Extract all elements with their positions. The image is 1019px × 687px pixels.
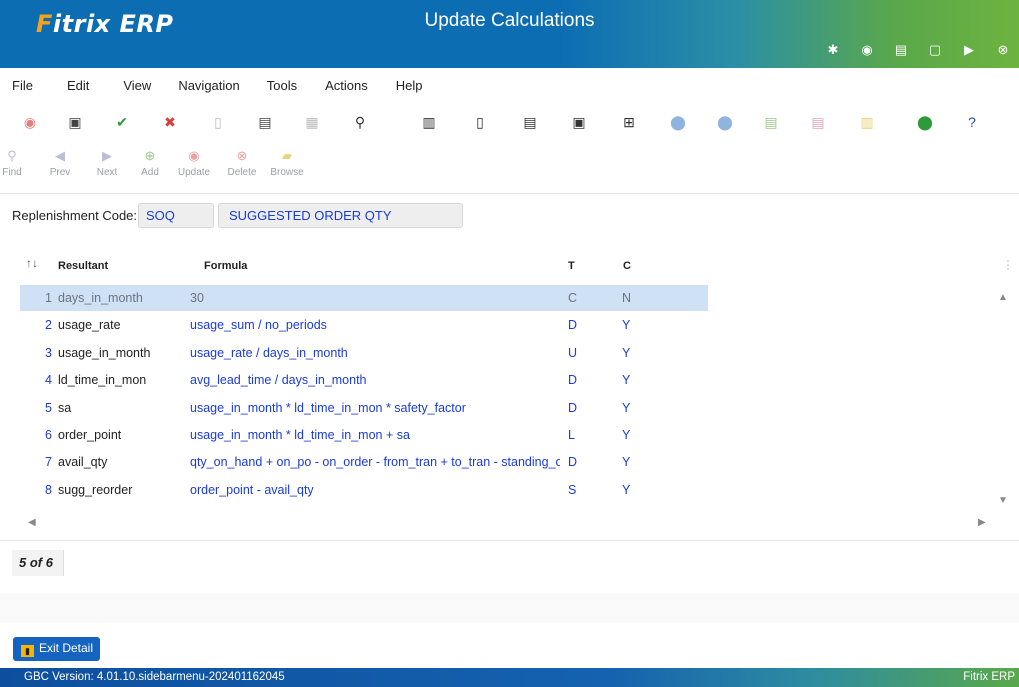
title-icon-bar: ✱ ◉ ▤ ▢ ▶ ⊗ (825, 42, 1011, 58)
brand-text: Fitrix ERP (963, 671, 1015, 683)
table-row[interactable]: 5 sa usage_in_month * ld_time_in_mon * s… (20, 395, 708, 421)
play-icon[interactable]: ▶ (961, 42, 977, 58)
column-header-c[interactable]: C (623, 260, 631, 272)
table-row[interactable]: 7 avail_qty qty_on_hand + on_po - on_ord… (20, 449, 708, 475)
gear-icon[interactable]: ✱ (825, 42, 841, 58)
menu-help[interactable]: Help (396, 78, 423, 93)
menu-view[interactable]: View (123, 78, 151, 93)
table-row[interactable]: 6 order_point usage_in_month * ld_time_i… (20, 422, 708, 448)
delete-icon: ⊗ (236, 148, 248, 163)
edit-doc-icon[interactable]: ▤ (521, 113, 539, 131)
scroll-down-arrow-icon[interactable]: ▼ (998, 495, 1008, 506)
column-menu-icon[interactable]: ⋮ (1002, 258, 1014, 272)
table-row[interactable]: 8 sugg_reorder order_point - avail_qty S… (20, 477, 708, 503)
browse-button[interactable]: ▰ Browse (267, 148, 307, 178)
ruler-icon[interactable]: ⊞ (620, 113, 638, 131)
down-circle-icon[interactable]: ⬤ (669, 113, 687, 131)
zoom-icon[interactable]: ⚲ (351, 113, 369, 131)
menu-file[interactable]: File (12, 78, 33, 93)
cancel-icon[interactable]: ◉ (21, 113, 39, 131)
close-icon[interactable]: ⊗ (995, 42, 1011, 58)
prev-button[interactable]: ◀ Prev (40, 148, 80, 178)
column-header-t[interactable]: T (568, 260, 575, 272)
copy-icon[interactable]: ▣ (66, 113, 84, 131)
table-row[interactable]: 2 usage_rate usage_sum / no_periods D Y (20, 312, 708, 338)
new-page-icon[interactable]: ▢ (927, 42, 943, 58)
browse-icon: ▰ (282, 148, 292, 163)
replenishment-code-field[interactable]: SOQ (138, 203, 214, 228)
target-icon[interactable]: ◉ (859, 42, 875, 58)
table-header: Resultant Formula T C (20, 256, 710, 276)
clipboard-disabled-icon[interactable]: ▯ (209, 113, 227, 131)
status-bar: GBC Version: 4.01.10.sidebarmenu-2024011… (0, 668, 1019, 687)
scroll-up-arrow-icon[interactable]: ▲ (998, 292, 1008, 303)
next-icon: ▶ (102, 148, 112, 163)
exit-detail-button[interactable]: ▮ Exit Detail (13, 637, 100, 661)
document-icon[interactable]: ▤ (893, 42, 909, 58)
paste-icon[interactable]: ▤ (256, 113, 274, 131)
detail-panel (0, 593, 1019, 623)
table-divider (0, 540, 1019, 541)
table-row[interactable]: 1 days_in_month 30 C N (20, 285, 708, 311)
update-icon: ◉ (188, 148, 200, 163)
report-icon[interactable]: ▥ (858, 113, 876, 131)
add-icon: ⊕ (144, 148, 156, 163)
update-button[interactable]: ◉ Update (174, 148, 214, 178)
grid-disabled-icon[interactable]: ▦ (303, 113, 321, 131)
menu-edit[interactable]: Edit (67, 78, 89, 93)
chart-icon[interactable]: ⬤ (916, 113, 934, 131)
version-text: GBC Version: 4.01.10.sidebarmenu-2024011… (24, 671, 285, 683)
replenishment-code-label: Replenishment Code: (12, 208, 138, 223)
reject-icon[interactable]: ✖ (161, 113, 179, 131)
menu-actions[interactable]: Actions (325, 78, 368, 93)
toolbar-divider (0, 193, 1019, 194)
navigation-buttons: ⚲ Find ◀ Prev ▶ Next ⊕ Add ◉ Update ⊗ De… (0, 148, 1019, 188)
menu-bar: File Edit View Navigation Tools Actions … (12, 78, 423, 93)
add-doc-icon[interactable]: ▤ (762, 113, 780, 131)
table-row[interactable]: 3 usage_in_month usage_rate / days_in_mo… (20, 340, 708, 366)
menu-navigation[interactable]: Navigation (178, 78, 239, 93)
up-circle-icon[interactable]: ⬤ (716, 113, 734, 131)
replenishment-description-field[interactable]: SUGGESTED ORDER QTY (218, 203, 463, 228)
flag-doc-icon[interactable]: ▤ (809, 113, 827, 131)
column-header-formula[interactable]: Formula (204, 260, 247, 272)
find-icon: ⚲ (7, 148, 17, 163)
find-button[interactable]: ⚲ Find (0, 148, 32, 178)
column-header-resultant[interactable]: Resultant (58, 260, 108, 272)
record-count: 5 of 6 (12, 550, 64, 576)
menu-tools[interactable]: Tools (267, 78, 297, 93)
calendar-icon[interactable]: ▥ (420, 113, 438, 131)
window-title: Update Calculations (424, 10, 595, 31)
help-icon[interactable]: ? (963, 113, 981, 131)
table-row[interactable]: 4 ld_time_in_mon avg_lead_time / days_in… (20, 367, 708, 393)
exit-icon: ▮ (21, 645, 34, 657)
accept-icon[interactable]: ✔ (113, 113, 131, 131)
add-button[interactable]: ⊕ Add (130, 148, 170, 178)
scroll-right-arrow-icon[interactable]: ▶ (978, 517, 986, 528)
scroll-left-arrow-icon[interactable]: ◀ (28, 517, 36, 528)
title-bar: Fitrix ERP Update Calculations ✱ ◉ ▤ ▢ ▶… (0, 0, 1019, 68)
delete-button[interactable]: ⊗ Delete (222, 148, 262, 178)
icon-toolbar: ◉ ▣ ✔ ✖ ▯ ▤ ▦ ⚲ ▥ ▯ ▤ ▣ ⊞ ⬤ ⬤ ▤ ▤ ▥ ⬤ ? (0, 113, 1019, 137)
prev-icon: ◀ (55, 148, 65, 163)
checklist-icon[interactable]: ▣ (570, 113, 588, 131)
next-button[interactable]: ▶ Next (87, 148, 127, 178)
attach-icon[interactable]: ▯ (471, 113, 489, 131)
